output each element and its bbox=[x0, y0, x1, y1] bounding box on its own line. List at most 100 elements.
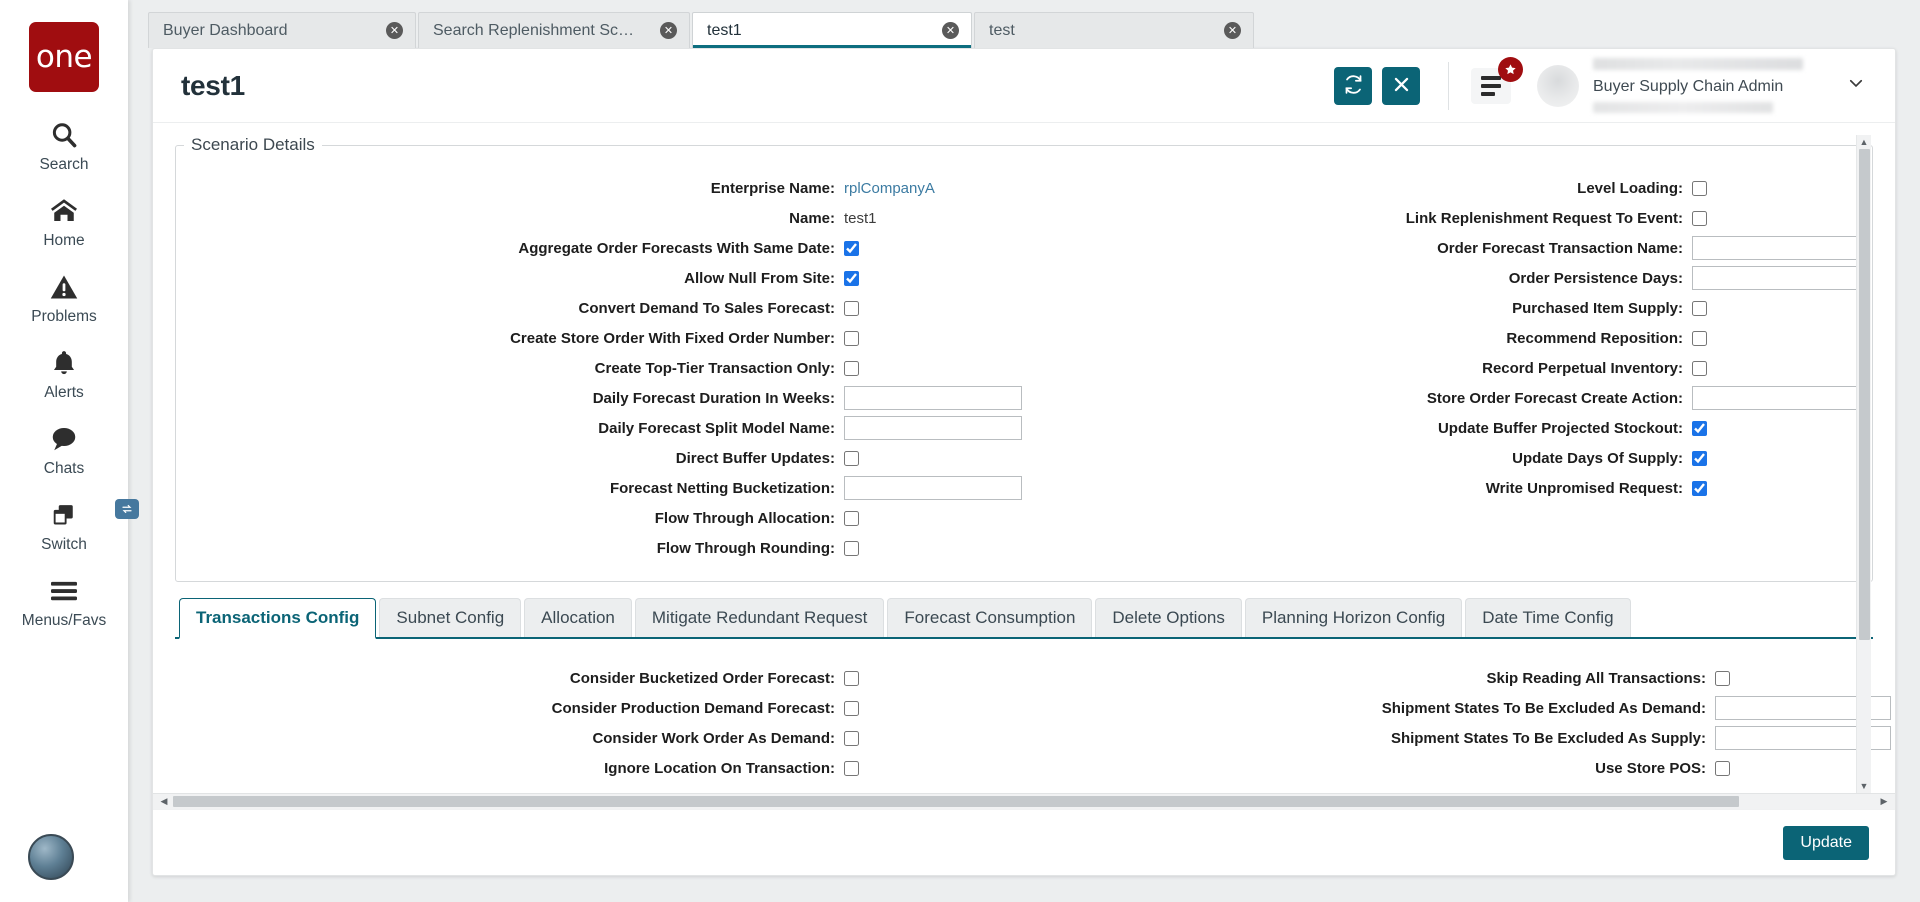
scroll-right-button[interactable]: ▶ bbox=[1877, 795, 1891, 809]
sidebar-item-switch[interactable]: Switch bbox=[0, 498, 139, 554]
input-order-persistence-days[interactable] bbox=[1692, 266, 1868, 290]
search-icon bbox=[49, 118, 79, 152]
checkbox-consider-bucketized-order-forecast[interactable] bbox=[844, 670, 859, 686]
tab-forecast-consumption[interactable]: Forecast Consumption bbox=[887, 598, 1093, 637]
checkbox-write-unpromised-request[interactable] bbox=[1692, 480, 1707, 496]
page-header: test1 Buyer Supply Chain Admin bbox=[153, 49, 1895, 123]
field-value[interactable]: rplCompanyA bbox=[844, 180, 1024, 197]
checkbox-skip-reading-all-transactions[interactable] bbox=[1715, 670, 1730, 686]
field-label: Recommend Reposition: bbox=[1506, 329, 1683, 347]
field-label: Order Persistence Days: bbox=[1508, 269, 1683, 287]
tab-date-time-config[interactable]: Date Time Config bbox=[1465, 598, 1631, 637]
field-store-order-forecast-create-action: Store Order Forecast Create Action: bbox=[1024, 383, 1872, 413]
field-label: Ignore Location On Transaction: bbox=[604, 759, 835, 777]
checkbox-level-loading[interactable] bbox=[1692, 180, 1707, 196]
field-label: Create Top-Tier Transaction Only: bbox=[594, 359, 835, 377]
input-daily-forecast-duration-in-weeks[interactable] bbox=[844, 386, 1022, 410]
tab-subnet-config[interactable]: Subnet Config bbox=[379, 598, 522, 637]
tab-allocation[interactable]: Allocation bbox=[524, 598, 632, 637]
workspace-tab-test[interactable]: test ✕ bbox=[974, 12, 1254, 48]
horizontal-scroll-thumb[interactable] bbox=[173, 796, 1739, 807]
checkbox-create-store-order-with-fixed-order-number[interactable] bbox=[844, 330, 859, 346]
checkbox-aggregate-order-forecasts-with-same-date[interactable] bbox=[844, 240, 859, 256]
field-direct-buffer-updates: Direct Buffer Updates: bbox=[176, 443, 1024, 473]
checkbox-use-store-pos[interactable] bbox=[1715, 760, 1730, 776]
update-button[interactable]: Update bbox=[1783, 825, 1869, 860]
page-footer: Update bbox=[153, 809, 1895, 875]
checkbox-convert-demand-to-sales-forecast[interactable] bbox=[844, 300, 859, 316]
checkbox-consider-work-order-as-demand[interactable] bbox=[844, 730, 859, 746]
sidebar-item-label: Chats bbox=[43, 460, 85, 477]
app-logo[interactable]: one bbox=[29, 22, 99, 92]
globe-icon[interactable] bbox=[28, 834, 74, 880]
checkbox-link-replenishment-request-to-event[interactable] bbox=[1692, 210, 1707, 226]
sidebar-item-problems[interactable]: Problems bbox=[0, 270, 128, 326]
field-label: Update Days Of Supply: bbox=[1512, 449, 1683, 467]
workspace-tab-test1[interactable]: test1 ✕ bbox=[692, 12, 972, 48]
input-order-forecast-transaction-name[interactable] bbox=[1692, 236, 1868, 260]
scroll-up-button[interactable]: ▲ bbox=[1857, 135, 1872, 149]
field-aggregate-order-forecasts-with-same-date: Aggregate Order Forecasts With Same Date… bbox=[176, 233, 1024, 263]
scroll-down-button[interactable]: ▼ bbox=[1857, 779, 1872, 793]
field-label: Consider Production Demand Forecast: bbox=[551, 699, 835, 717]
scroll-left-button[interactable]: ◀ bbox=[157, 795, 171, 809]
checkbox-consider-production-demand-forecast[interactable] bbox=[844, 700, 859, 716]
field-label: Purchased Item Supply: bbox=[1512, 299, 1683, 317]
close-button[interactable] bbox=[1382, 66, 1420, 105]
tab-mitigate-redundant-request[interactable]: Mitigate Redundant Request bbox=[634, 598, 885, 637]
swap-arrows-icon[interactable] bbox=[115, 499, 139, 519]
input-forecast-netting-bucketization[interactable] bbox=[844, 476, 1022, 500]
field-allow-null-from-site: Allow Null From Site: bbox=[176, 263, 1024, 293]
workspace-tab-buyer-dashboard[interactable]: Buyer Dashboard ✕ bbox=[148, 12, 416, 48]
checkbox-update-buffer-projected-stockout[interactable] bbox=[1692, 420, 1707, 436]
field-label: Enterprise Name: bbox=[710, 179, 835, 197]
field-label: Link Replenishment Request To Event: bbox=[1405, 209, 1683, 227]
sidebar-item-menus-favs[interactable]: Menus/Favs bbox=[0, 574, 128, 630]
checkbox-create-top-tier-transaction-only[interactable] bbox=[844, 360, 859, 376]
checkbox-recommend-reposition[interactable] bbox=[1692, 330, 1707, 346]
context-menu-button[interactable] bbox=[1471, 56, 1523, 104]
user-menu-button[interactable] bbox=[1839, 69, 1873, 103]
sidebar-item-chats[interactable]: Chats bbox=[0, 422, 128, 478]
input-store-order-forecast-create-action[interactable] bbox=[1692, 386, 1868, 410]
input-daily-forecast-split-model-name[interactable] bbox=[844, 416, 1022, 440]
sidebar-item-label: Home bbox=[43, 232, 85, 249]
sidebar-item-label: Switch bbox=[41, 536, 87, 553]
refresh-button[interactable] bbox=[1334, 66, 1372, 105]
sidebar-item-home[interactable]: Home bbox=[0, 194, 128, 250]
sidebar-item-label: Search bbox=[39, 156, 89, 173]
sidebar-item-search[interactable]: Search bbox=[0, 118, 128, 174]
checkbox-flow-through-allocation[interactable] bbox=[844, 510, 859, 526]
close-icon[interactable]: ✕ bbox=[942, 22, 959, 39]
sidebar-item-alerts[interactable]: Alerts bbox=[0, 346, 128, 402]
horizontal-scrollbar[interactable]: ◀ ▶ bbox=[153, 793, 1895, 809]
vertical-scroll-track[interactable] bbox=[1858, 149, 1870, 779]
close-icon[interactable]: ✕ bbox=[660, 22, 677, 39]
tab-delete-options[interactable]: Delete Options bbox=[1095, 598, 1242, 637]
field-label: Shipment States To Be Excluded As Supply… bbox=[1390, 729, 1706, 747]
hamburger-icon bbox=[48, 574, 80, 608]
checkbox-flow-through-rounding[interactable] bbox=[844, 540, 859, 556]
checkbox-purchased-item-supply[interactable] bbox=[1692, 300, 1707, 316]
field-consider-work-order-as-demand: Consider Work Order As Demand: bbox=[153, 723, 1024, 753]
checkbox-ignore-location-on-transaction[interactable] bbox=[844, 760, 859, 776]
scenario-details-left-column: Enterprise Name: rplCompanyA Name: test1… bbox=[176, 165, 1024, 563]
checkbox-direct-buffer-updates[interactable] bbox=[844, 450, 859, 466]
workspace-tab-search-replenishment-scenario[interactable]: Search Replenishment Scenario ✕ bbox=[418, 12, 690, 48]
workspace-tabstrip: Buyer Dashboard ✕ Search Replenishment S… bbox=[128, 0, 1920, 48]
field-daily-forecast-split-model-name: Daily Forecast Split Model Name: bbox=[176, 413, 1024, 443]
close-icon[interactable]: ✕ bbox=[1224, 22, 1241, 39]
close-icon[interactable]: ✕ bbox=[386, 22, 403, 39]
checkbox-allow-null-from-site[interactable] bbox=[844, 270, 859, 286]
avatar[interactable] bbox=[1537, 64, 1579, 107]
tab-planning-horizon-config[interactable]: Planning Horizon Config bbox=[1244, 598, 1463, 637]
checkbox-record-perpetual-inventory[interactable] bbox=[1692, 360, 1707, 376]
horizontal-scroll-track[interactable] bbox=[173, 796, 1875, 807]
config-tabstrip: Transactions Config Subnet Config Alloca… bbox=[175, 598, 1873, 639]
checkbox-update-days-of-supply[interactable] bbox=[1692, 450, 1707, 466]
vertical-scroll-thumb[interactable] bbox=[1858, 149, 1870, 641]
vertical-scrollbar[interactable]: ▲ ▼ bbox=[1856, 135, 1871, 793]
field-label: Flow Through Allocation: bbox=[654, 509, 835, 527]
field-name: Name: test1 bbox=[176, 203, 1024, 233]
tab-transactions-config[interactable]: Transactions Config bbox=[179, 598, 377, 639]
